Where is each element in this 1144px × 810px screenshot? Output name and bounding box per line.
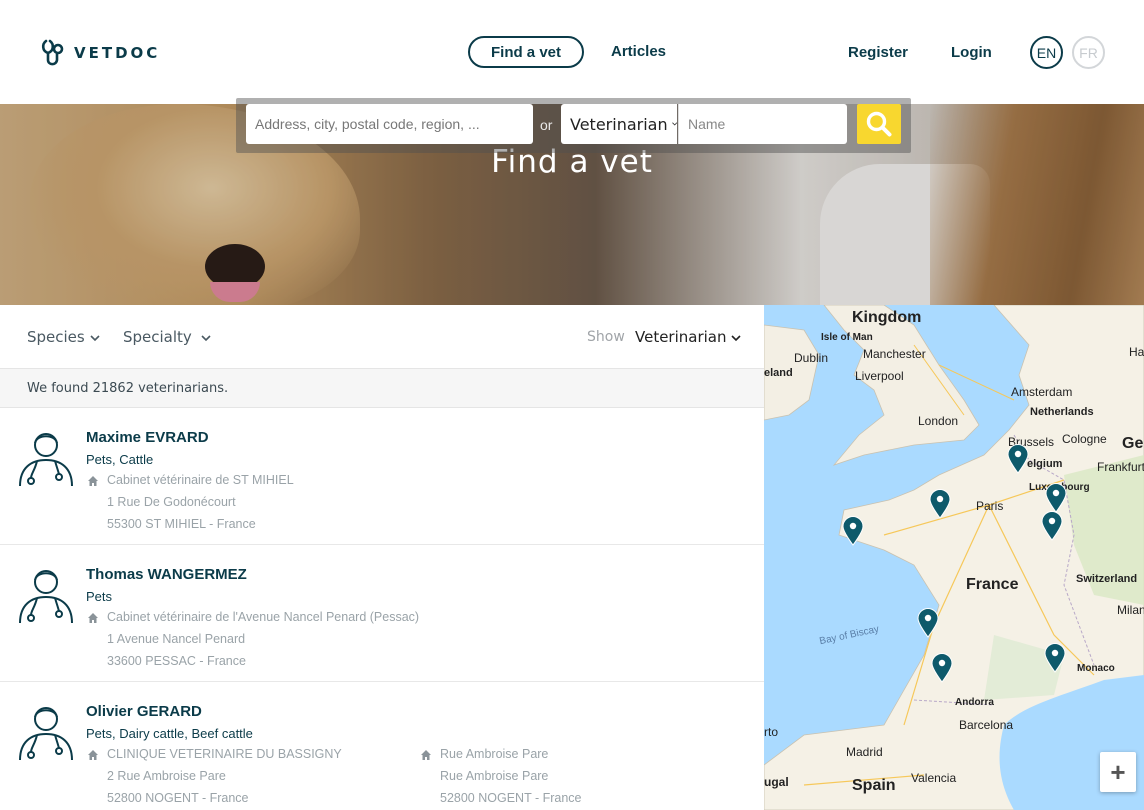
map-pin-icon[interactable] <box>917 608 939 638</box>
clinic-name: Cabinet vétérinaire de l'Avenue Nancel P… <box>107 610 420 624</box>
address-search-input[interactable]: Address, city, postal code, region, ... <box>246 104 533 144</box>
professional-type-value: Veterinarian <box>570 114 668 134</box>
map-pin-icon[interactable] <box>931 653 953 683</box>
species-filter-label: Species <box>27 328 85 346</box>
map-label-porto: rto <box>764 725 779 739</box>
map-label-isle-of-man: Isle of Man <box>821 332 873 343</box>
home-icon <box>88 476 98 486</box>
map-label-amsterdam: Amsterdam <box>1011 385 1073 399</box>
clinic-name: CLINIQUE VETERINAIRE DU BASSIGNY <box>107 747 342 761</box>
map-label-belgium: elgium <box>1027 458 1063 470</box>
professional-type-select[interactable]: Veterinarian <box>561 104 677 144</box>
clinic-street: 2 Rue Ambroise Pare <box>107 769 226 783</box>
clinic-street: 1 Avenue Nancel Penard <box>107 632 246 646</box>
chevron-down-icon <box>89 335 100 342</box>
home-icon <box>421 750 431 760</box>
map-pin-icon[interactable] <box>1041 511 1063 541</box>
nav-articles-link[interactable]: Articles <box>611 43 666 60</box>
map-pin-icon[interactable] <box>1007 444 1029 474</box>
map-pin-icon[interactable] <box>1045 483 1067 513</box>
species-filter-dropdown[interactable]: Species <box>27 328 100 346</box>
clinic-name: Cabinet vétérinaire de ST MIHIEL <box>107 473 294 487</box>
show-type-value: Veterinarian <box>635 328 727 346</box>
clinic-name: Rue Ambroise Pare <box>440 747 549 761</box>
home-icon <box>88 613 98 623</box>
vet-avatar-icon <box>19 433 73 487</box>
clinic-city: 55300 ST MIHIEL - France <box>107 517 256 531</box>
map-pin-icon[interactable] <box>1044 643 1066 673</box>
vet-species: Pets, Cattle <box>86 452 154 467</box>
clinic-city: 52800 NOGENT - France <box>440 791 582 805</box>
nav-register-link[interactable]: Register <box>848 44 908 61</box>
show-label: Show <box>587 329 625 345</box>
map-label-germany: Ge <box>1122 435 1144 452</box>
map-zoom-in-button[interactable]: + <box>1100 752 1136 792</box>
language-en-button[interactable]: EN <box>1030 36 1063 69</box>
vet-name[interactable]: Thomas WANGERMEZ <box>86 566 247 583</box>
results-count: We found 21862 veterinarians. <box>0 369 764 408</box>
logo-text: VETDOC <box>74 44 161 62</box>
search-icon <box>866 111 892 137</box>
chevron-down-icon <box>201 335 211 342</box>
map-label-spain: Spain <box>852 777 896 794</box>
vet-list-item[interactable]: Olivier GERARD Pets, Dairy cattle, Beef … <box>0 682 764 810</box>
home-icon <box>88 750 98 760</box>
vet-name[interactable]: Maxime EVRARD <box>86 429 209 446</box>
show-type-dropdown[interactable]: Veterinarian <box>635 328 741 346</box>
map-label-frankfurt: Frankfurt <box>1097 460 1144 474</box>
map-label-andorra: Andorra <box>955 697 994 708</box>
map-label-milan: Milan <box>1117 603 1144 617</box>
map-label-cologne: Cologne <box>1062 432 1107 446</box>
map-label-portugal: ugal <box>764 775 789 789</box>
specialty-filter-dropdown[interactable]: Specialty <box>123 328 211 346</box>
vet-name[interactable]: Olivier GERARD <box>86 703 202 720</box>
map-label-paris: Paris <box>976 499 1004 513</box>
nav-login-link[interactable]: Login <box>951 44 992 61</box>
filter-bar: Species Specialty Show Veterinarian <box>0 305 764 369</box>
map-label-han: Han <box>1129 345 1144 359</box>
map-label-london: London <box>918 414 959 428</box>
map-label-switzerland: Switzerland <box>1076 573 1138 585</box>
map-label-madrid: Madrid <box>846 745 883 759</box>
vet-list-item[interactable]: Maxime EVRARD Pets, Cattle Cabinet vétér… <box>0 408 764 545</box>
map-label-barcelona: Barcelona <box>959 718 1014 732</box>
top-header: VETDOC Find a vet Articles Register Logi… <box>0 0 1144 104</box>
vet-avatar-icon <box>19 707 73 761</box>
map-label-ireland: eland <box>764 367 793 379</box>
stethoscope-icon <box>41 39 64 66</box>
vet-species: Pets, Dairy cattle, Beef cattle <box>86 726 253 741</box>
vet-list-item[interactable]: Thomas WANGERMEZ Pets Cabinet vétérinair… <box>0 545 764 682</box>
map-pin-icon[interactable] <box>929 489 951 519</box>
nav-find-vet-button[interactable]: Find a vet <box>468 36 584 68</box>
clinic-city: 33600 PESSAC - France <box>107 654 246 668</box>
language-fr-button[interactable]: FR <box>1072 36 1105 69</box>
specialty-filter-label: Specialty <box>123 328 192 346</box>
name-search-input[interactable]: Name <box>678 104 847 144</box>
vet-species: Pets <box>86 589 113 604</box>
clinic-street: Rue Ambroise Pare <box>440 769 549 783</box>
or-label: or <box>540 117 553 133</box>
map-label-valencia: Valencia <box>911 771 957 785</box>
map-label-liverpool: Liverpool <box>855 369 904 383</box>
map-landmass <box>764 305 1144 810</box>
map-label-kingdom: Kingdom <box>852 309 922 326</box>
clinic-street: 1 Rue De Godonécourt <box>107 495 236 509</box>
vetdoc-logo[interactable]: VETDOC <box>40 38 160 68</box>
clinic-city: 52800 NOGENT - France <box>107 791 249 805</box>
results-map[interactable]: Kingdom Isle of Man Dublin Manchester Li… <box>764 305 1144 810</box>
chevron-down-icon <box>671 122 677 126</box>
map-label-monaco: Monaco <box>1077 663 1115 674</box>
map-label-netherlands: Netherlands <box>1030 406 1094 418</box>
chevron-down-icon <box>731 335 741 342</box>
map-label-dublin: Dublin <box>794 351 829 365</box>
search-button[interactable] <box>857 104 901 144</box>
map-pin-icon[interactable] <box>842 516 864 546</box>
map-label-france: France <box>966 576 1019 593</box>
map-label-manchester: Manchester <box>863 347 926 361</box>
vet-avatar-icon <box>19 570 73 624</box>
